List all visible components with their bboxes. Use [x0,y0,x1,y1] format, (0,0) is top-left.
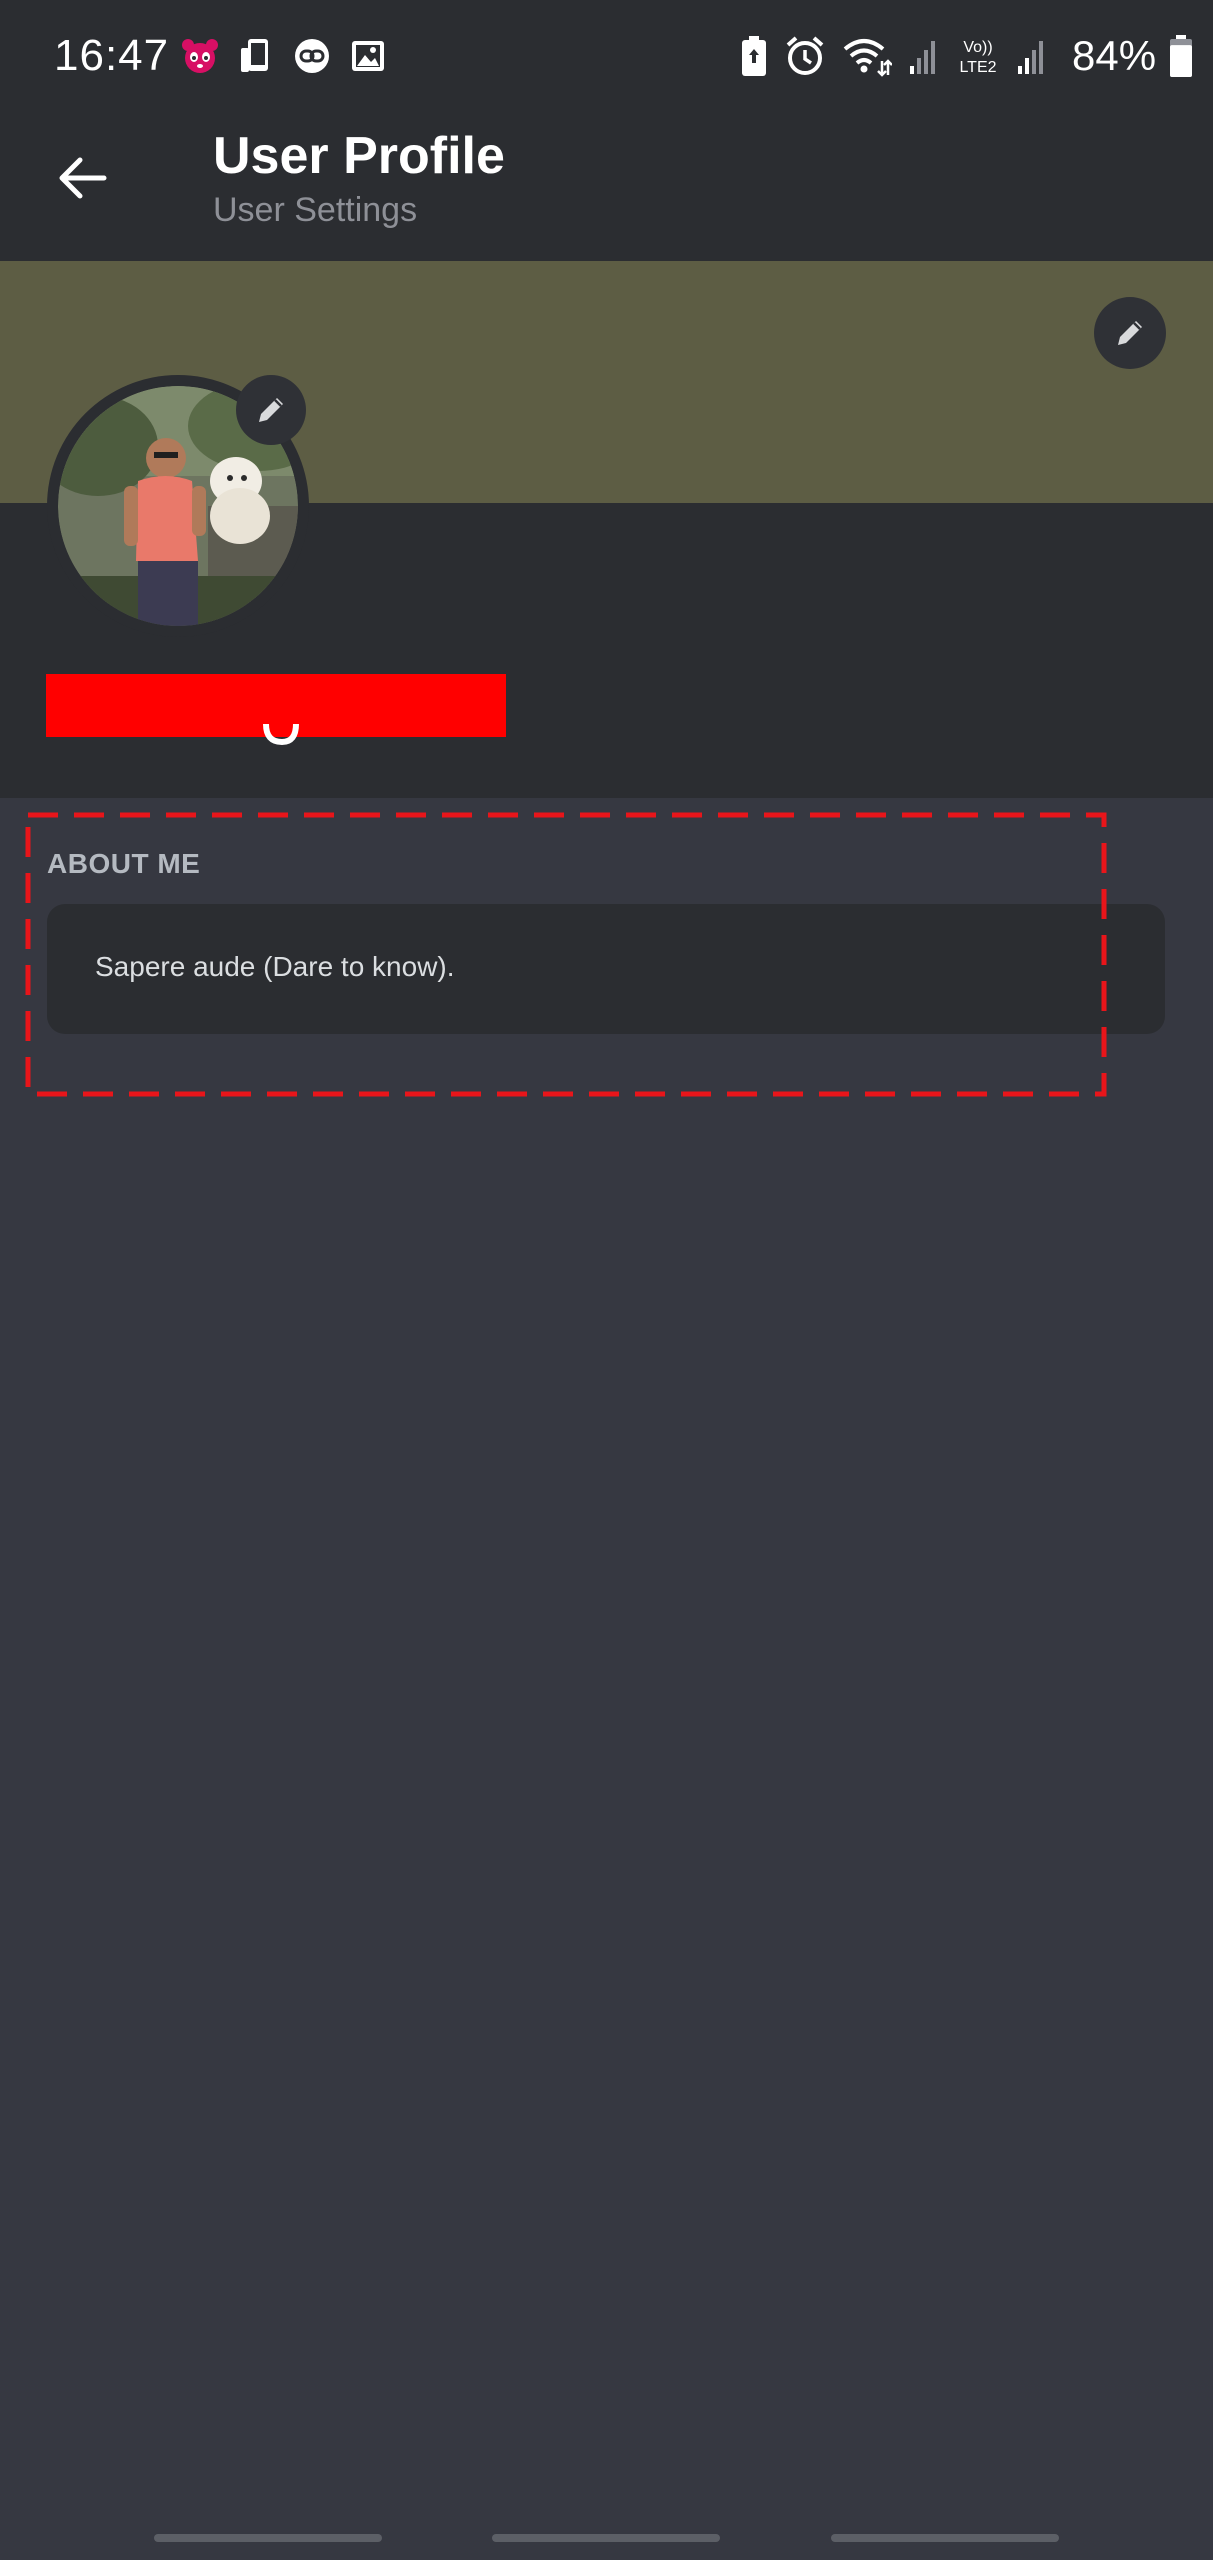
status-notification-icons [180,34,404,78]
wifi-icon [842,35,892,77]
edit-banner-button[interactable] [1094,297,1166,369]
page-title: User Profile [213,127,505,185]
edit-avatar-button[interactable] [236,375,306,445]
alarm-icon [784,35,826,77]
status-bar: 16:47 Vo)) LTE2 84% [0,0,1213,96]
battery-percent: 84% [1072,32,1157,79]
signal-1-icon [908,36,940,76]
arrow-left-icon [59,157,107,199]
link-app-icon [292,36,332,76]
about-me-section: Sapere aude (Dare to know). ABOUT ME [25,812,1165,1097]
phone-transfer-icon [236,36,276,76]
battery-saver-icon [740,35,768,77]
nav-handle-center[interactable] [492,2534,720,2542]
signal-2-icon [1016,36,1048,76]
battery-icon [1168,34,1194,78]
back-button[interactable] [40,136,124,220]
svg-text:Vo)): Vo)) [963,39,992,56]
volte-lte2-icon: Vo)) LTE2 [956,34,1000,78]
svg-text:LTE2: LTE2 [959,59,996,76]
nav-handle-left[interactable] [154,2534,382,2542]
panda-app-icon [180,36,220,76]
status-system-icons: Vo)) LTE2 84% [740,32,1210,80]
username-glyph-fragment [262,724,302,746]
page-subtitle: User Settings [213,191,418,229]
gallery-icon [348,36,388,76]
pencil-icon [1118,321,1142,345]
pencil-icon [259,398,283,422]
app-header: User Profile User Settings [0,96,1213,261]
status-time: 16:47 [54,31,170,80]
nav-handle-right[interactable] [831,2534,1059,2542]
highlight-outline [25,812,1107,1097]
